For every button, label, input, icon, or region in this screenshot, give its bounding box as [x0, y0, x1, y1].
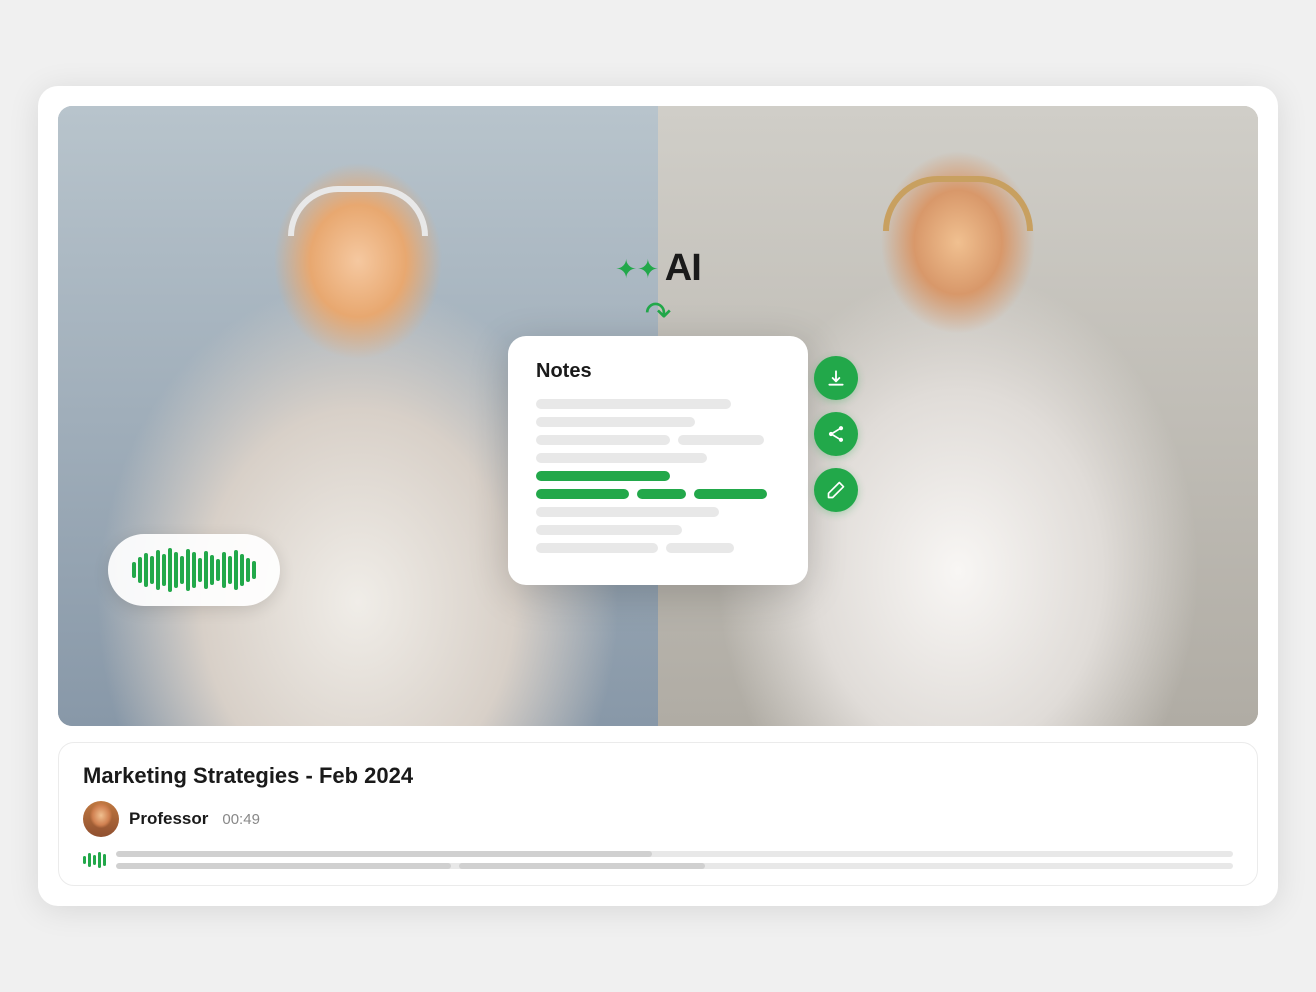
share-icon: [826, 424, 846, 444]
ai-text: AI: [665, 247, 701, 290]
avatar: [83, 801, 119, 837]
note-line-green-2: [536, 489, 629, 499]
share-button[interactable]: [814, 412, 858, 456]
notes-title: Notes: [536, 360, 780, 383]
note-line-1: [536, 399, 731, 409]
speaker-row: Professor 00:49: [83, 801, 1233, 837]
avatar-image: [83, 801, 119, 837]
note-line-6: [536, 507, 719, 517]
note-line-9: [666, 543, 734, 553]
note-line-2: [536, 417, 695, 427]
ai-arrow-icon: ↷: [645, 294, 672, 332]
progress-tracks: [116, 851, 1233, 869]
note-line-group-1: [536, 435, 780, 445]
mini-waveform: [83, 852, 106, 868]
ai-notes-overlay: ✦✦ AI ↷ Notes: [508, 247, 808, 585]
waveform-visual: [132, 548, 256, 592]
waveform-badge: [108, 534, 280, 606]
edit-icon: [826, 480, 846, 500]
headphones-left-icon: [288, 186, 428, 236]
download-icon: [826, 368, 846, 388]
progress-track-bottom: [116, 863, 1233, 869]
edit-button[interactable]: [814, 468, 858, 512]
sparkle-icon: ✦✦: [615, 256, 659, 282]
meeting-title: Marketing Strategies - Feb 2024: [83, 763, 1233, 789]
main-card: ✦✦ AI ↷ Notes: [38, 86, 1278, 906]
note-line-green-3: [637, 489, 686, 499]
notes-card: Notes: [508, 336, 808, 585]
info-card: Marketing Strategies - Feb 2024 Professo…: [58, 742, 1258, 886]
note-line-group-green: [536, 489, 780, 499]
audio-row: [83, 851, 1233, 869]
progress-fill-bottom-2: [459, 863, 705, 869]
note-line-group-2: [536, 543, 780, 553]
note-line-green-1: [536, 471, 670, 481]
speaker-name: Professor: [129, 809, 208, 829]
progress-track-top: [116, 851, 1233, 857]
note-line-4: [678, 435, 763, 445]
headphones-right-icon: [883, 176, 1033, 231]
note-line-7: [536, 525, 682, 535]
download-button[interactable]: [814, 356, 858, 400]
notes-actions: [814, 356, 858, 512]
ai-label: ✦✦ AI: [615, 247, 701, 290]
note-line-green-4: [694, 489, 767, 499]
video-section: ✦✦ AI ↷ Notes: [58, 106, 1258, 726]
speaker-time: 00:49: [222, 811, 260, 828]
progress-fill-bottom-1: [116, 863, 451, 869]
note-line-3: [536, 435, 670, 445]
progress-fill-top: [116, 851, 652, 857]
note-line-8: [536, 543, 658, 553]
note-line-5: [536, 453, 707, 463]
